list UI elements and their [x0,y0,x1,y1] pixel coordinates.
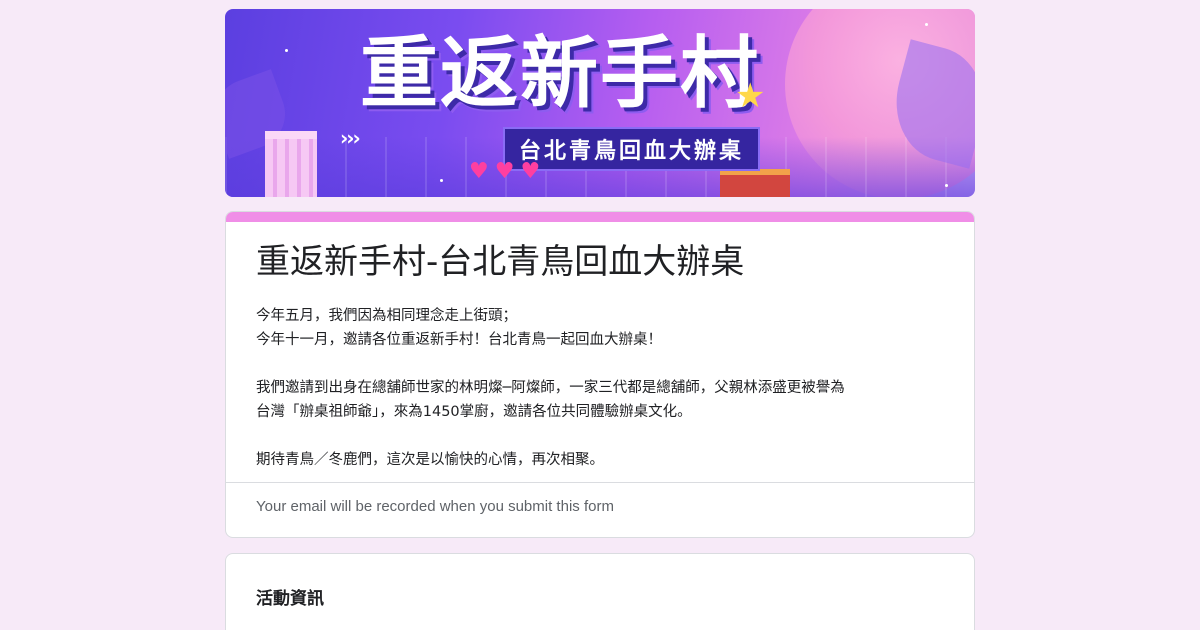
description-line: 台灣「辦桌祖師爺」，來為1450掌廚，邀請各位共同體驗辦桌文化。 [256,404,692,420]
description-line: 今年十一月，邀請各位重返新手村！台北青鳥一起回血大辦桌！ [256,332,662,348]
email-recorded-note: Your email will be recorded when you sub… [256,498,614,515]
section-title: 活動資訊 [256,589,324,609]
pillar-graphic [265,131,317,197]
form-title: 重返新手村-台北青鳥回血大辦桌 [256,242,745,282]
divider [226,482,974,483]
description-line: 我們邀請到出身在總舖師世家的林明燦─阿燦師，一家三代都是總舖師，父親林添盛更被譽… [256,380,845,396]
description-line: 今年五月，我們因為相同理念走上街頭； [256,308,517,324]
banner-title-art: 重返新手村 [360,29,761,119]
section-card: 活動資訊 [225,553,975,630]
arrows-icon: ››› [340,126,361,150]
star-icon: ★ [735,76,766,116]
form-description: 今年五月，我們因為相同理念走上街頭； 今年十一月，邀請各位重返新手村！台北青鳥一… [256,304,946,472]
hearts-icon: ♥♥♥ [469,159,547,184]
form-page: 重返新手村 ★ ››› 台北青鳥回血大辦桌 ♥♥♥ 重返新手村-台北青鳥回血大辦… [0,0,1200,630]
description-line: 期待青鳥／冬鹿們，這次是以愉快的心情，再次相聚。 [256,452,604,468]
form-title-card: 重返新手村-台北青鳥回血大辦桌 今年五月，我們因為相同理念走上街頭； 今年十一月… [225,211,975,538]
accent-bar [226,212,974,222]
star-dot [925,23,928,26]
star-dot [285,49,288,52]
star-dot [945,184,948,187]
star-dot [440,179,443,182]
header-banner-image: 重返新手村 ★ ››› 台北青鳥回血大辦桌 ♥♥♥ [225,9,975,197]
building-graphic [720,169,790,197]
